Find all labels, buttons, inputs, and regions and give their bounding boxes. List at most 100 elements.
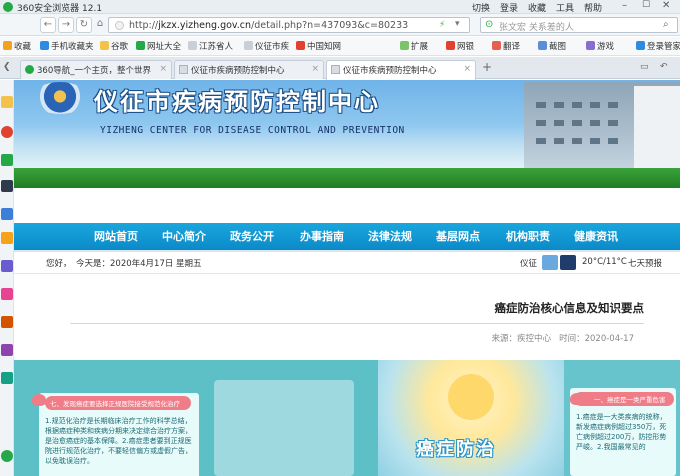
sidebar-doc-icon[interactable]	[1, 208, 13, 220]
bookmark-mobile[interactable]: 手机收藏夹	[40, 40, 94, 52]
bookmark-google[interactable]: 谷歌	[100, 40, 128, 52]
building-window	[554, 102, 564, 108]
bookmarks-bar: 收藏 手机收藏夹 谷歌 网址大全 江苏省人 仪征市疾 中国知网 扩展 网银 翻译…	[0, 37, 680, 56]
main-nav: 网站首页 中心简介 政务公开 办事指南 法律法规 基层网点 机构职责 健康资讯	[14, 223, 680, 250]
bank-icon	[446, 41, 455, 50]
toolbar-label: 翻译	[503, 42, 521, 52]
toolbar-ebank[interactable]: 网银	[446, 40, 474, 52]
bookmark-cnki[interactable]: 中国知网	[296, 40, 341, 52]
sidebar-shop-icon[interactable]	[1, 288, 13, 300]
menu-favorites[interactable]: 收藏	[528, 1, 546, 14]
nav-service-guide[interactable]: 办事指南	[300, 228, 344, 244]
bookmark-jiangsu[interactable]: 江苏省人	[188, 40, 233, 52]
bookmark-yizheng[interactable]: 仪征市疾	[244, 40, 289, 52]
toolbar-label: 登录管家	[647, 42, 680, 52]
menu-help[interactable]: 帮助	[584, 1, 602, 14]
tab-scroll-left-icon[interactable]: ❮	[3, 62, 11, 72]
sidebar-tool-icon[interactable]	[1, 372, 13, 384]
sidebar-mail-icon[interactable]	[1, 154, 13, 166]
bookmark-hao360[interactable]: 网址大全	[136, 40, 181, 52]
seven-day-forecast-link[interactable]: 七天预报	[628, 257, 662, 269]
toolbar-screenshot[interactable]: 截图	[538, 40, 566, 52]
toolbar-label: 扩展	[411, 42, 429, 52]
back-button[interactable]: ←	[40, 17, 56, 33]
sidebar-music-icon[interactable]	[1, 344, 13, 356]
rss-icon[interactable]: ⚡	[439, 20, 445, 30]
tab-yizheng-cdc-2[interactable]: 仪征市疾病预防控制中心 ×	[326, 60, 476, 80]
card-body-text: 1.癌症是一大类疾病的统称，新发癌症病例超过350万，死亡病例超过200万，防控…	[576, 413, 667, 451]
cloudy-icon	[542, 255, 558, 270]
bookmark-label: 中国知网	[307, 42, 342, 52]
toolbar-translate[interactable]: 翻译	[492, 40, 520, 52]
site-title-cn: 仪征市疾病预防控制中心	[94, 87, 380, 116]
page-info-icon[interactable]	[115, 21, 124, 30]
sun-icon	[448, 374, 494, 420]
sidebar-news-icon[interactable]	[1, 316, 13, 328]
toolbar-login-manager[interactable]: 登录管家	[636, 40, 680, 52]
browser-logo-icon	[3, 2, 13, 12]
maximize-icon[interactable]: ☐	[642, 0, 650, 10]
sidebar-game-icon[interactable]	[1, 232, 13, 244]
close-window-icon[interactable]: ✕	[662, 0, 670, 11]
bookmark-label: 手机收藏夹	[51, 42, 94, 52]
sidebar-app-icon[interactable]	[1, 180, 13, 192]
toolbar-extensions[interactable]: 扩展	[400, 40, 428, 52]
nav-home[interactable]: 网站首页	[94, 228, 138, 244]
sidebar-360-icon[interactable]	[1, 450, 13, 462]
url-path: /detail.php?n=437093&c=80233	[251, 20, 409, 31]
url-host: jkzx.yizheng.gov.cn	[158, 20, 252, 31]
key-icon	[636, 41, 645, 50]
tab-close-icon[interactable]: ×	[463, 64, 471, 74]
bookmark-label: 仪征市疾	[255, 42, 290, 52]
web-page: 仪征市疾病预防控制中心 YIZHENG CENTER FOR DISEASE C…	[14, 80, 680, 476]
address-input[interactable]: http://jkzx.yizheng.gov.cn/detail.php?n=…	[108, 17, 470, 33]
site-banner: 仪征市疾病预防控制中心 YIZHENG CENTER FOR DISEASE C…	[14, 80, 680, 190]
menu-tools[interactable]: 工具	[556, 1, 574, 14]
scissors-icon	[538, 41, 547, 50]
refresh-button[interactable]: ↻	[76, 17, 92, 33]
tab-close-icon[interactable]: ×	[311, 64, 319, 74]
building-window	[536, 102, 546, 108]
url-scheme: http://	[129, 20, 159, 31]
browser-sidebar	[0, 80, 14, 476]
toolbar-label: 网银	[457, 42, 475, 52]
home-icon[interactable]: ⌂	[92, 17, 108, 33]
sidebar-video-icon[interactable]	[1, 260, 13, 272]
search-icon[interactable]: ⌕	[663, 19, 669, 30]
nav-laws[interactable]: 法律法规	[368, 228, 412, 244]
nav-about[interactable]: 中心简介	[162, 228, 206, 244]
building-window	[590, 138, 600, 144]
article-image-treatment: 七、发现癌症要选择正规医院接受规范化治疗 1.规范化治疗是长期临床治疗工作的科学…	[14, 360, 378, 476]
bookmark-favorites[interactable]: 收藏	[3, 40, 31, 52]
toolbar-games[interactable]: 游戏	[586, 40, 614, 52]
weather-city: 仪征	[520, 259, 538, 269]
tab-yizheng-cdc-1[interactable]: 仪征市疾病预防控制中心 ×	[174, 60, 324, 79]
nav-duties[interactable]: 机构职责	[506, 228, 550, 244]
menu-login[interactable]: 登录	[500, 1, 518, 14]
nav-public-affairs[interactable]: 政务公开	[230, 228, 274, 244]
article-image-harm: 一、癌症是一类严重危害 1.癌症是一大类疾病的统称，新发癌症病例超过350万，死…	[564, 360, 680, 476]
minimize-icon[interactable]: –	[622, 0, 627, 11]
menu-switch[interactable]: 切换	[472, 1, 490, 14]
dropdown-icon[interactable]: ▾	[455, 19, 460, 29]
tab-favicon-icon	[179, 65, 188, 74]
sidebar-star-icon[interactable]	[1, 96, 13, 108]
article-meta: 来源：疾控中心 时间：2020-04-17	[14, 332, 634, 344]
new-tab-icon[interactable]: +	[482, 60, 492, 74]
building-window	[608, 102, 618, 108]
cdc-logo-icon	[32, 82, 88, 114]
tab-360-home[interactable]: 360导航_一个主页，整个世界 ×	[20, 60, 172, 79]
search-input[interactable]: ⊙ 张文宏 关系差的人 ⌕	[480, 17, 678, 33]
card-header-text: 七、发现癌症要选择正规医院接受规范化治疗	[50, 400, 180, 408]
tab-list-icon[interactable]: ▭	[640, 62, 649, 72]
search-engine-icon[interactable]: ⊙	[485, 19, 493, 30]
sidebar-weibo-icon[interactable]	[1, 126, 13, 138]
nav-health-news[interactable]: 健康资讯	[574, 228, 618, 244]
forward-button[interactable]: →	[58, 17, 74, 33]
heart-icon	[32, 394, 46, 406]
illustration-panel	[214, 380, 354, 476]
nav-outlets[interactable]: 基层网点	[436, 228, 480, 244]
tab-close-icon[interactable]: ×	[159, 64, 167, 74]
moon-cloud-icon	[560, 255, 576, 270]
restore-tab-icon[interactable]: ↶	[660, 62, 668, 72]
